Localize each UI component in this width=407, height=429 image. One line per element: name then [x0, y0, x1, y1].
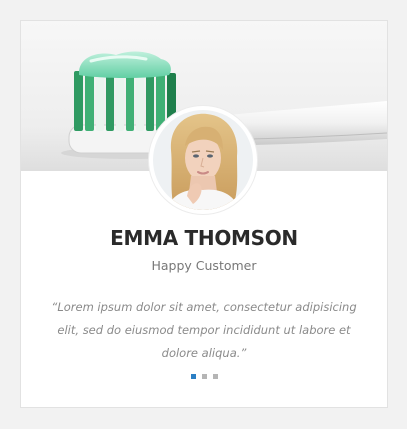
testimonial-card: EMMA THOMSON Happy Customer “Lorem ipsum… [20, 20, 388, 408]
slider-dot-3[interactable] [212, 374, 218, 379]
slider-dot-2[interactable] [201, 374, 207, 379]
customer-role: Happy Customer [151, 258, 257, 273]
slider-dot-1[interactable] [190, 374, 196, 379]
slider-pagination [21, 374, 387, 379]
avatar [149, 106, 257, 214]
testimonial-quote: “Lorem ipsum dolor sit amet, consectetur… [51, 300, 357, 360]
customer-name: EMMA THOMSON [110, 226, 298, 250]
